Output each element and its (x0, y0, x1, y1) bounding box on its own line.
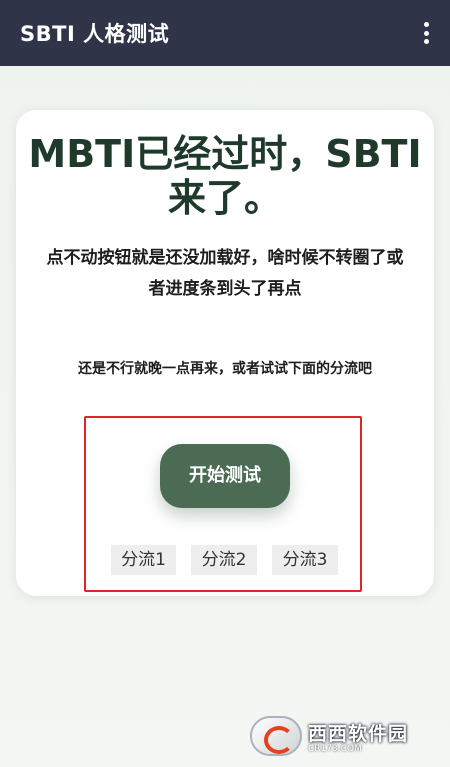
watermark-title: 西西软件园 (308, 722, 409, 745)
watermark-subtitle: CR173.COM (308, 743, 362, 754)
split-button-3[interactable]: 分流3 (272, 545, 338, 575)
watermark-logo-icon (250, 716, 302, 756)
more-vertical-icon[interactable] (422, 22, 430, 44)
split-button-2[interactable]: 分流2 (191, 545, 257, 575)
start-test-button[interactable]: 开始测试 (160, 444, 290, 508)
split-button-1[interactable]: 分流1 (111, 545, 176, 575)
menu-dot (423, 39, 429, 44)
watermark: 西西软件园 CR173.COM (250, 714, 430, 758)
menu-dot (423, 30, 429, 36)
menu-dot (423, 22, 429, 27)
headline: MBTI已经过时，SBTI来了。 (28, 132, 422, 220)
main-card: MBTI已经过时，SBTI来了。 点不动按钮就是还没加载好，啥时候不转圈了或者进… (16, 110, 434, 596)
app-bar: SBTI 人格测试 (0, 0, 450, 66)
fallback-note: 还是不行就晚一点再来，或者试试下面的分流吧 (78, 361, 372, 377)
loading-note: 点不动按钮就是还没加载好，啥时候不转圈了或者进度条到头了再点 (46, 248, 404, 299)
app-title: SBTI 人格测试 (20, 22, 170, 46)
watermark-text: 西西软件园 CR173.COM (308, 719, 408, 754)
